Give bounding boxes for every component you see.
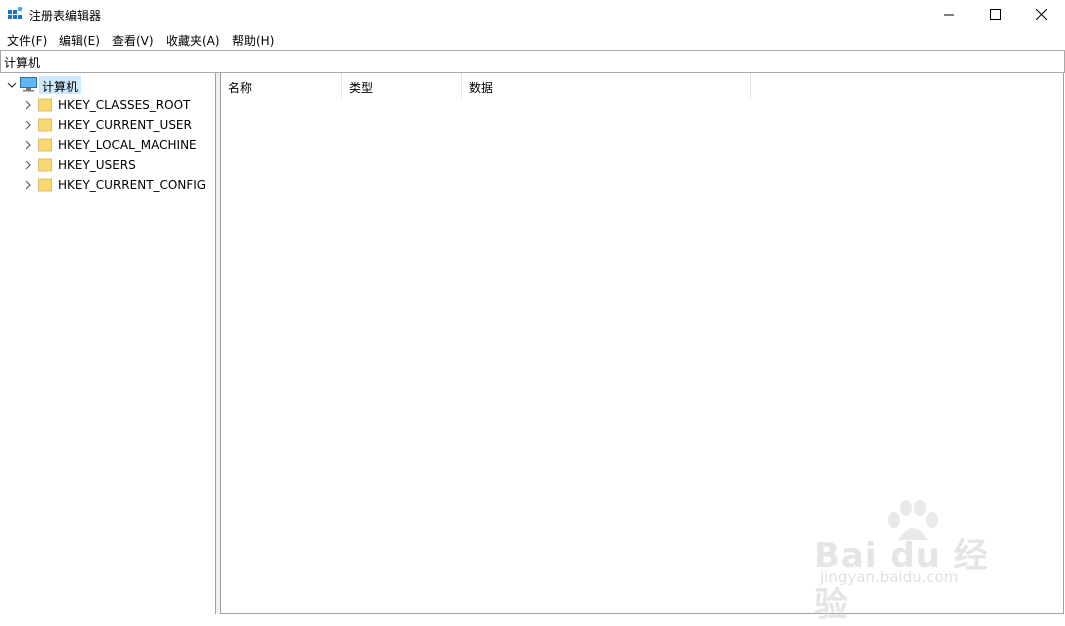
tree-item[interactable]: HKEY_LOCAL_MACHINE: [0, 135, 215, 155]
tree-item-computer[interactable]: 计算机: [0, 75, 215, 95]
folder-icon: [38, 178, 52, 192]
chevron-right-icon[interactable]: [23, 140, 33, 150]
maximize-icon: [989, 9, 1001, 20]
chevron-right-icon[interactable]: [23, 180, 33, 190]
computer-icon: [20, 77, 37, 92]
folder-icon: [38, 138, 52, 152]
menu-edit[interactable]: 编辑(E): [59, 32, 100, 49]
registry-editor-icon: [8, 7, 23, 19]
menu-bar: 文件(F) 编辑(E) 查看(V) 收藏夹(A) 帮助(H): [0, 30, 1065, 49]
close-button[interactable]: [1018, 0, 1064, 29]
column-header-type[interactable]: 类型: [342, 73, 462, 98]
watermark-url: jingyan.baidu.com: [820, 568, 959, 586]
address-value: 计算机: [4, 56, 41, 70]
tree-item-label: HKEY_CLASSES_ROOT: [58, 98, 191, 112]
maximize-button[interactable]: [972, 0, 1018, 29]
selection-highlight: 计算机: [39, 76, 82, 94]
menu-favorites[interactable]: 收藏夹(A): [166, 32, 220, 49]
chevron-right-icon[interactable]: [23, 160, 33, 170]
tree-item[interactable]: HKEY_USERS: [0, 155, 215, 175]
column-header-label: 名称: [228, 81, 253, 95]
tree-item-label: HKEY_USERS: [58, 158, 136, 172]
minimize-icon: [943, 14, 954, 16]
tree-root-label: 计算机: [42, 80, 79, 94]
column-header-name[interactable]: 名称: [221, 73, 342, 98]
folder-icon: [38, 118, 52, 132]
tree-item-label: HKEY_CURRENT_CONFIG: [58, 178, 207, 192]
tree-item[interactable]: HKEY_CLASSES_ROOT: [0, 95, 215, 115]
folder-icon: [38, 98, 52, 112]
tree-item[interactable]: HKEY_CURRENT_USER: [0, 115, 215, 135]
chevron-right-icon[interactable]: [23, 100, 33, 110]
menu-help[interactable]: 帮助(H): [232, 32, 274, 49]
tree-item-label: HKEY_LOCAL_MACHINE: [58, 138, 197, 152]
minimize-button[interactable]: [926, 0, 972, 29]
column-header-label: 类型: [349, 81, 374, 95]
column-header-data[interactable]: 数据: [462, 73, 751, 98]
tree-item[interactable]: HKEY_CURRENT_CONFIG: [0, 175, 215, 195]
menu-view[interactable]: 查看(V): [112, 32, 154, 49]
tree-item-label: HKEY_CURRENT_USER: [58, 118, 192, 132]
folder-icon: [38, 158, 52, 172]
column-header-label: 数据: [469, 81, 494, 95]
tree-pane: 计算机 HKEY_CLASSES_ROOT HKEY_CURRENT_USER …: [0, 73, 216, 614]
baidu-watermark: Bai du 经验 jingyan.baidu.com: [814, 498, 1014, 625]
chevron-down-icon[interactable]: [7, 80, 17, 90]
chevron-right-icon[interactable]: [23, 120, 33, 130]
window-title: 注册表编辑器: [29, 9, 102, 23]
address-bar[interactable]: 计算机: [0, 50, 1065, 73]
menu-file[interactable]: 文件(F): [7, 32, 47, 49]
title-bar: 注册表编辑器: [0, 0, 1065, 30]
close-icon: [1035, 9, 1047, 20]
